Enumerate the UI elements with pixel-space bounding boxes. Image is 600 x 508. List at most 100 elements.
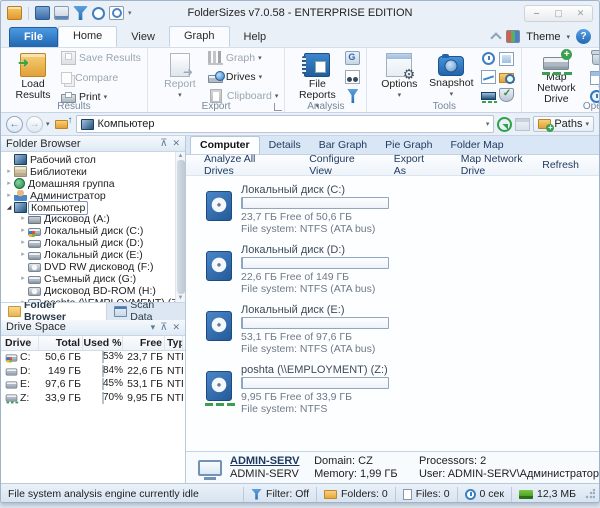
tab-graph[interactable]: Graph bbox=[168, 26, 230, 47]
tab-folder-browser[interactable]: Folder Browser bbox=[1, 299, 108, 323]
location-dropdown-icon[interactable]: ▾ bbox=[486, 120, 490, 128]
tab-bar-graph[interactable]: Bar Graph bbox=[310, 137, 376, 154]
drive-name[interactable]: Локальный диск (D:) bbox=[241, 244, 389, 256]
scheduler-icon[interactable] bbox=[92, 6, 105, 20]
tree-item[interactable]: Администратор bbox=[4, 190, 175, 202]
col-type[interactable]: Type bbox=[165, 335, 183, 350]
minimize-button[interactable] bbox=[526, 6, 547, 21]
resize-grip[interactable] bbox=[585, 489, 595, 499]
pin-icon[interactable] bbox=[160, 138, 167, 149]
drive-item[interactable]: Локальный диск (E:) 53,1 ГБ Free of 97,6… bbox=[206, 304, 599, 355]
forward-button[interactable] bbox=[26, 115, 43, 133]
expander-icon[interactable] bbox=[4, 179, 14, 189]
tab-view[interactable]: View bbox=[117, 28, 169, 47]
drive-name[interactable]: Локальный диск (C:) bbox=[241, 184, 389, 196]
network-scan-icon[interactable] bbox=[480, 92, 497, 104]
back-button[interactable] bbox=[6, 115, 23, 133]
empty-recycle-bin-button[interactable]: Empty Recycle Bin bbox=[590, 50, 599, 65]
expander-icon[interactable] bbox=[4, 167, 14, 177]
expander-icon[interactable] bbox=[18, 226, 28, 236]
map-network-drive-button[interactable]: Map Network Drive bbox=[457, 153, 539, 177]
refresh-button[interactable]: Refresh bbox=[538, 159, 583, 171]
search-icon[interactable] bbox=[109, 6, 124, 20]
scheduler-icon[interactable] bbox=[481, 52, 495, 66]
filter-icon[interactable] bbox=[73, 6, 88, 20]
drive-item[interactable]: poshta (\\EMPLOYMENT) (Z:) 9,95 ГБ Free … bbox=[205, 364, 599, 415]
tree-item[interactable]: Съемный диск (G:) bbox=[4, 273, 175, 285]
report-button[interactable]: Report ▾ bbox=[154, 51, 206, 101]
close-button[interactable] bbox=[570, 6, 591, 21]
tab-home[interactable]: Home bbox=[57, 26, 118, 47]
tree-item[interactable]: Локальный диск (C:) bbox=[4, 225, 175, 237]
tab-folder-map[interactable]: Folder Map bbox=[441, 137, 512, 154]
disk-usage-icon[interactable] bbox=[345, 51, 361, 65]
load-results-button[interactable]: Load Results bbox=[7, 51, 59, 101]
configure-view-button[interactable]: Configure View bbox=[305, 153, 371, 177]
col-drive[interactable]: Drive bbox=[3, 335, 39, 350]
tab-scan-data[interactable]: Scan Data bbox=[107, 299, 185, 323]
location-combobox[interactable]: Компьютер ▾ bbox=[75, 115, 495, 133]
pane-menu-icon[interactable] bbox=[151, 322, 156, 333]
analyze-all-drives-button[interactable]: Analyze All Drives bbox=[200, 153, 277, 177]
tree-item[interactable]: Библиотеки bbox=[4, 166, 175, 178]
theme-button[interactable]: Theme bbox=[526, 31, 560, 43]
tree-item[interactable]: Локальный диск (D:) bbox=[4, 237, 175, 249]
drive-item[interactable]: Локальный диск (D:) 22,6 ГБ Free of 149 … bbox=[206, 244, 599, 295]
paths-button[interactable]: Paths ▾ bbox=[533, 116, 594, 132]
reports-icon[interactable] bbox=[54, 6, 69, 20]
expander-icon[interactable] bbox=[18, 250, 28, 260]
scroll-down-icon[interactable]: ▼ bbox=[178, 295, 184, 301]
compare-button[interactable]: Compare bbox=[61, 72, 141, 84]
close-pane-icon[interactable] bbox=[172, 322, 180, 333]
refresh-icon[interactable] bbox=[497, 116, 513, 132]
export-grid-icon[interactable] bbox=[515, 117, 531, 131]
expander-icon[interactable] bbox=[18, 214, 28, 224]
export-as-button[interactable]: Export As bbox=[390, 153, 435, 177]
add-remove-programs-button[interactable]: Add/Remove Programs bbox=[590, 70, 599, 85]
tree-scrollbar[interactable]: ▲ ▼ bbox=[175, 152, 185, 302]
col-total[interactable]: Total bbox=[39, 335, 83, 350]
tree-item[interactable]: Домашняя группа bbox=[4, 178, 175, 190]
scroll-up-icon[interactable]: ▲ bbox=[178, 153, 184, 159]
tab-help[interactable]: Help bbox=[230, 28, 281, 47]
tree-item[interactable]: Локальный диск (E:) bbox=[4, 249, 175, 261]
up-folder-button[interactable] bbox=[53, 115, 73, 133]
help-icon[interactable] bbox=[576, 29, 591, 44]
expander-icon[interactable] bbox=[18, 298, 28, 302]
options-button[interactable]: Options ▾ bbox=[373, 51, 425, 101]
expander-icon[interactable] bbox=[18, 274, 28, 284]
snapshot-button[interactable]: Snapshot ▾ bbox=[425, 51, 477, 100]
expander-icon[interactable] bbox=[4, 203, 14, 213]
history-dropdown-icon[interactable]: ▾ bbox=[46, 120, 50, 128]
system-info-icon[interactable] bbox=[498, 51, 514, 66]
tree-item[interactable]: Рабочий стол bbox=[4, 154, 175, 166]
collapse-ribbon-icon[interactable] bbox=[490, 32, 502, 44]
load-results-icon[interactable] bbox=[35, 6, 50, 20]
col-used[interactable]: Used % bbox=[83, 335, 123, 350]
tab-details[interactable]: Details bbox=[260, 137, 310, 154]
table-row[interactable]: D: 149 ГБ 84% 22,6 ГБ NTFS bbox=[1, 364, 185, 378]
close-pane-icon[interactable] bbox=[172, 138, 180, 149]
tree-item[interactable]: Дисковод BD-ROM (H:) bbox=[4, 285, 175, 297]
tab-computer[interactable]: Computer bbox=[190, 136, 260, 154]
file-search-icon[interactable] bbox=[498, 72, 515, 84]
maximize-button[interactable] bbox=[548, 6, 569, 21]
drive-item[interactable]: Локальный диск (C:) 23,7 ГБ Free of 50,6… bbox=[206, 184, 599, 235]
tree-item-selected[interactable]: Компьютер bbox=[4, 200, 175, 215]
tab-file[interactable]: File bbox=[9, 27, 58, 47]
col-free[interactable]: Free bbox=[123, 335, 165, 350]
drive-name[interactable]: poshta (\\EMPLOYMENT) (Z:) bbox=[241, 364, 389, 376]
table-row[interactable]: C: 50,6 ГБ 53% 23,7 ГБ NTFS bbox=[1, 351, 185, 365]
tree-item[interactable]: Дисковод (A:) bbox=[4, 213, 175, 225]
tab-pie-graph[interactable]: Pie Graph bbox=[376, 137, 441, 154]
tree-item[interactable]: DVD RW дисковод (F:) bbox=[4, 261, 175, 273]
table-row[interactable]: E: 97,6 ГБ 45% 53,1 ГБ NTFS bbox=[1, 378, 185, 392]
trend-chart-icon[interactable] bbox=[480, 69, 496, 84]
expander-icon[interactable] bbox=[4, 191, 14, 201]
qat-dropdown-icon[interactable]: ▾ bbox=[128, 9, 132, 17]
expander-icon[interactable] bbox=[18, 238, 28, 248]
map-network-drive-button[interactable]: Map Network Drive bbox=[528, 49, 584, 105]
host-name-link[interactable]: ADMIN-SERV bbox=[230, 455, 306, 468]
filter-status[interactable]: Filter: Off bbox=[243, 486, 316, 502]
save-results-button[interactable]: Save Results bbox=[61, 51, 141, 65]
